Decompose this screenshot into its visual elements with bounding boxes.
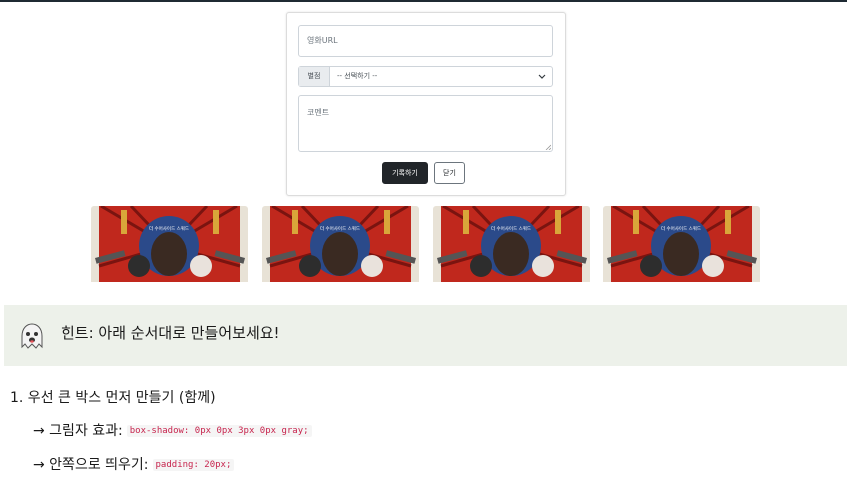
save-button[interactable]: 기록하기 bbox=[382, 162, 428, 184]
chevron-down-icon bbox=[538, 74, 546, 79]
rating-select-group: 별점 -- 선택하기 -- bbox=[298, 66, 553, 87]
poster-art: 더 수어사이드 스쿼드 bbox=[433, 206, 590, 282]
poster-art: 더 수어사이드 스쿼드 bbox=[603, 206, 760, 282]
step-1-sub-2: → 안쪽으로 띄우기: padding: 20px; bbox=[33, 454, 235, 474]
code-snippet-shadow: box-shadow: 0px 0px 3px 0px gray; bbox=[126, 425, 312, 437]
rating-select[interactable]: -- 선택하기 -- bbox=[330, 67, 552, 86]
ghost-icon bbox=[21, 323, 43, 349]
movie-url-placeholder: 영화URL bbox=[307, 36, 338, 45]
step-1-sub-1: → 그림자 효과: box-shadow: 0px 0px 3px 0px gra… bbox=[33, 420, 312, 440]
hint-text: 힌트: 아래 순서대로 만들어보세요! bbox=[61, 324, 280, 342]
poster-art: 더 수어사이드 스쿼드 bbox=[262, 206, 419, 282]
poster-art: 더 수어사이드 스쿼드 bbox=[91, 206, 248, 282]
movie-poster-2[interactable]: 더 수어사이드 스쿼드 bbox=[262, 206, 419, 282]
comment-textarea[interactable]: 코멘트 bbox=[298, 95, 553, 152]
close-button[interactable]: 닫기 bbox=[434, 162, 465, 184]
movie-form-card: 영화URL 별점 -- 선택하기 -- 코멘트 기록하기 닫기 bbox=[286, 12, 566, 196]
rating-selected-value: -- 선택하기 -- bbox=[337, 72, 378, 80]
poster-title: 더 수어사이드 스쿼드 bbox=[491, 225, 531, 232]
comment-placeholder: 코멘트 bbox=[307, 108, 330, 117]
poster-title: 더 수어사이드 스쿼드 bbox=[661, 225, 701, 232]
top-bar bbox=[0, 0, 847, 2]
movie-poster-1[interactable]: 더 수어사이드 스쿼드 bbox=[91, 206, 248, 282]
poster-title: 더 수어사이드 스쿼드 bbox=[320, 225, 360, 232]
rating-label: 별점 bbox=[299, 67, 330, 86]
code-snippet-padding: padding: 20px; bbox=[152, 459, 235, 471]
step-1-label: 1. 우선 큰 박스 먼저 만들기 (함께) bbox=[10, 390, 216, 406]
resize-grip-icon[interactable] bbox=[545, 144, 551, 150]
sub-1-prefix: → 그림자 효과: bbox=[33, 423, 123, 439]
movie-poster-4[interactable]: 더 수어사이드 스쿼드 bbox=[603, 206, 760, 282]
poster-title: 더 수어사이드 스쿼드 bbox=[149, 225, 189, 232]
movie-poster-3[interactable]: 더 수어사이드 스쿼드 bbox=[433, 206, 590, 282]
sub-2-prefix: → 안쪽으로 띄우기: bbox=[33, 457, 149, 473]
hint-box: 힌트: 아래 순서대로 만들어보세요! bbox=[4, 305, 847, 366]
movie-url-input[interactable]: 영화URL bbox=[298, 25, 553, 57]
